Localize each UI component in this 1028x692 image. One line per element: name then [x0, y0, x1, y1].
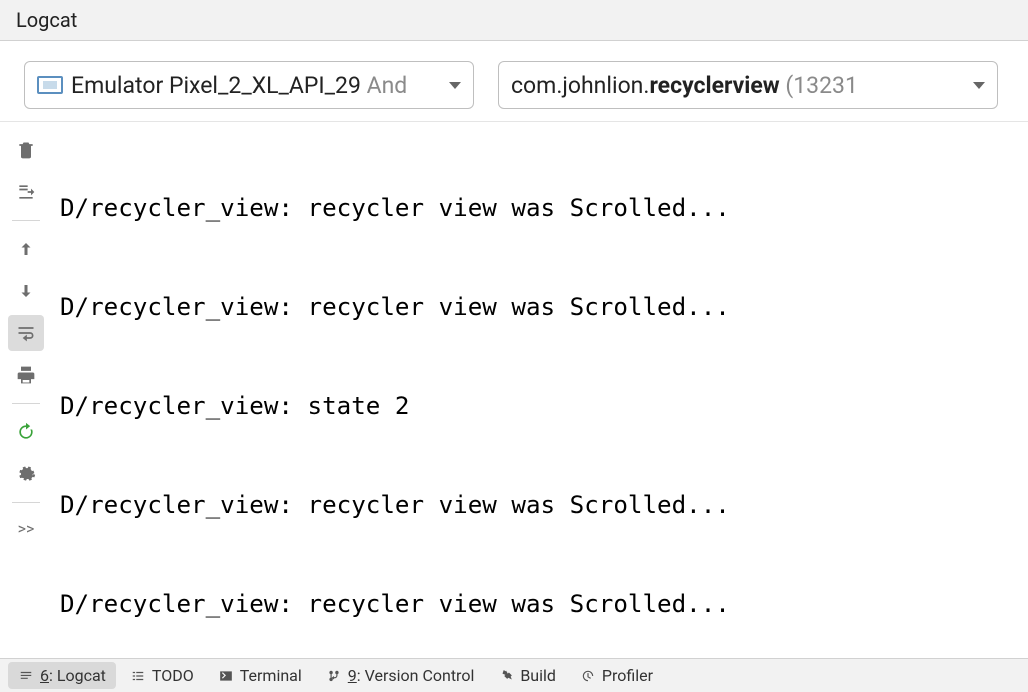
device-icon: [37, 76, 63, 94]
terminal-tab-icon: [218, 669, 234, 683]
tab-label: Profiler: [602, 666, 653, 685]
up-stack-button[interactable]: [8, 231, 44, 267]
device-dropdown[interactable]: Emulator Pixel_2_XL_API_29 And: [24, 61, 474, 109]
log-line: D/recycler_view: recycler view was Scrol…: [60, 489, 1020, 522]
tab-terminal[interactable]: Terminal: [208, 662, 312, 689]
separator: [12, 403, 40, 404]
log-line: D/recycler_view: recycler view was Scrol…: [60, 291, 1020, 324]
logcat-panel: Logcat Emulator Pixel_2_XL_API_29 And co…: [0, 0, 1028, 692]
tab-label: Terminal: [240, 666, 302, 685]
side-toolbar: >>: [0, 122, 52, 658]
print-button[interactable]: [8, 357, 44, 393]
filter-toolbar: Emulator Pixel_2_XL_API_29 And com.johnl…: [0, 41, 1028, 121]
log-line: D/recycler_view: recycler view was Scrol…: [60, 588, 1020, 621]
profiler-tab-icon: [580, 669, 596, 683]
more-tools-button[interactable]: >>: [7, 513, 45, 544]
log-line: D/recycler_view: recycler view was Scrol…: [60, 192, 1020, 225]
process-dropdown-text: com.johnlion.recyclerview (13231: [511, 72, 965, 99]
print-icon: [16, 365, 36, 385]
tab-label: 6: Logcat: [40, 666, 106, 685]
chevron-down-icon: [973, 82, 985, 89]
wrap-icon: [16, 323, 36, 343]
tab-profiler[interactable]: Profiler: [570, 662, 663, 689]
tab-todo[interactable]: TODO: [120, 662, 204, 689]
arrow-down-icon: [17, 282, 35, 300]
separator: [12, 220, 40, 221]
log-line: D/recycler_view: state 2: [60, 390, 1020, 423]
body-area: >> D/recycler_view: recycler view was Sc…: [0, 121, 1028, 658]
down-stack-button[interactable]: [8, 273, 44, 309]
panel-title: Logcat: [0, 0, 1028, 41]
gear-icon: [16, 464, 36, 484]
bottom-tool-bar: 6: Logcat TODO Terminal 9: Version Contr…: [0, 658, 1028, 692]
tab-label: TODO: [152, 666, 194, 685]
scroll-end-icon: [16, 182, 36, 202]
log-output[interactable]: D/recycler_view: recycler view was Scrol…: [52, 122, 1028, 658]
scroll-to-end-button[interactable]: [8, 174, 44, 210]
tab-version-control[interactable]: 9: Version Control: [316, 662, 485, 689]
restart-button[interactable]: [8, 414, 44, 450]
separator: [12, 502, 40, 503]
build-tab-icon: [498, 669, 514, 683]
vcs-tab-icon: [326, 669, 342, 683]
soft-wrap-button[interactable]: [8, 315, 44, 351]
logcat-tab-icon: [18, 669, 34, 683]
chevron-down-icon: [449, 82, 461, 89]
tab-logcat[interactable]: 6: Logcat: [8, 662, 116, 689]
tab-build[interactable]: Build: [488, 662, 566, 689]
restart-icon: [16, 422, 36, 442]
settings-button[interactable]: [8, 456, 44, 492]
device-dropdown-text: Emulator Pixel_2_XL_API_29 And: [71, 72, 441, 99]
todo-tab-icon: [130, 669, 146, 683]
arrow-up-icon: [17, 240, 35, 258]
tab-label: 9: Version Control: [348, 666, 475, 685]
trash-icon: [16, 140, 36, 160]
tab-label: Build: [520, 666, 556, 685]
process-dropdown[interactable]: com.johnlion.recyclerview (13231: [498, 61, 998, 109]
clear-log-button[interactable]: [8, 132, 44, 168]
